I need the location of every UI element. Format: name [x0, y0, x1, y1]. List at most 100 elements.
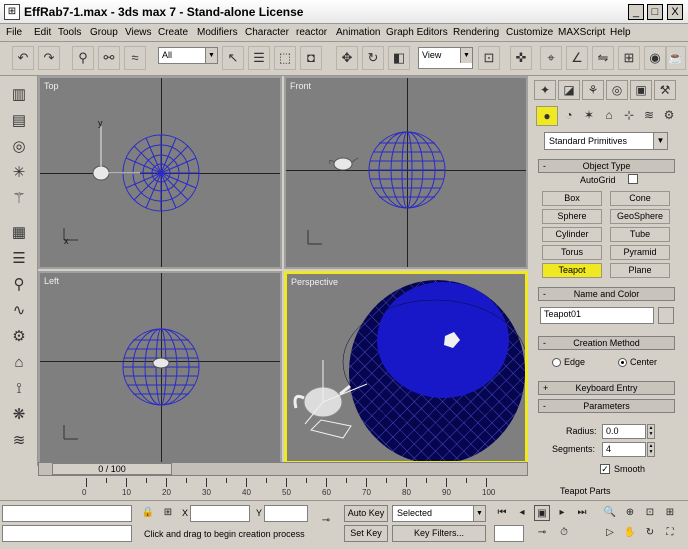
- object-color-swatch[interactable]: [658, 307, 674, 324]
- motion-tab-icon[interactable]: ◎: [606, 80, 628, 100]
- box-button[interactable]: Box: [542, 191, 602, 206]
- rollout-name-and-color[interactable]: - Name and Color: [538, 287, 675, 301]
- menu-animation[interactable]: Animation: [336, 27, 380, 38]
- helpers-category-icon[interactable]: ⊹: [618, 106, 640, 126]
- menu-maxscript[interactable]: MAXScript: [558, 27, 605, 38]
- maximize-button[interactable]: □: [647, 4, 663, 20]
- menu-create[interactable]: Create: [158, 27, 188, 38]
- geosphere-button[interactable]: GeoSphere: [610, 209, 670, 224]
- create-spline-icon[interactable]: ∿: [7, 300, 31, 322]
- play-icon[interactable]: ▣: [534, 505, 550, 521]
- rollout-object-type[interactable]: - Object Type: [538, 159, 675, 173]
- geometry-category-icon[interactable]: ●: [536, 106, 558, 126]
- create-cylinder-stack-icon[interactable]: ☰: [7, 248, 31, 270]
- menu-views[interactable]: Views: [125, 27, 152, 38]
- key-selection-dropdown[interactable]: Selected ▼: [392, 505, 486, 522]
- create-bone-icon[interactable]: ⚚: [7, 188, 31, 210]
- menu-file[interactable]: File: [6, 27, 22, 38]
- viewport-left[interactable]: Left: [38, 271, 282, 464]
- absolute-mode-icon[interactable]: ⊞: [160, 505, 176, 521]
- key-filters-button[interactable]: Key Filters...: [392, 525, 486, 542]
- undo-icon[interactable]: ↶: [12, 46, 34, 70]
- edge-radio[interactable]: [552, 358, 561, 367]
- tube-button[interactable]: Tube: [610, 227, 670, 242]
- select-object-icon[interactable]: ↖: [222, 46, 244, 70]
- object-name-field[interactable]: Teapot01: [540, 307, 654, 324]
- hierarchy-tab-icon[interactable]: ⚘: [582, 80, 604, 100]
- create-helper-icon[interactable]: ⚲: [7, 274, 31, 296]
- previous-frame-icon[interactable]: ◂: [514, 505, 530, 521]
- menu-help[interactable]: Help: [610, 27, 631, 38]
- select-and-link-icon[interactable]: ⚲: [72, 46, 94, 70]
- pyramid-button[interactable]: Pyramid: [610, 245, 670, 260]
- rollout-parameters[interactable]: - Parameters: [538, 399, 675, 413]
- minimize-button[interactable]: _: [628, 4, 644, 20]
- cone-button[interactable]: Cone: [610, 191, 670, 206]
- modify-tab-icon[interactable]: ◪: [558, 80, 580, 100]
- menu-modifiers[interactable]: Modifiers: [197, 27, 238, 38]
- create-particle-icon[interactable]: ❋: [7, 404, 31, 426]
- rollout-creation-method[interactable]: - Creation Method: [538, 336, 675, 350]
- close-button[interactable]: X: [667, 4, 683, 20]
- create-wave-icon[interactable]: ≋: [7, 430, 31, 452]
- radius-spinner[interactable]: ▲ ▼: [647, 424, 655, 439]
- arc-rotate-icon[interactable]: ↻: [642, 525, 658, 541]
- auto-key-button[interactable]: Auto Key: [344, 505, 388, 522]
- create-camera-icon[interactable]: ⌂: [7, 352, 31, 374]
- display-tab-icon[interactable]: ▣: [630, 80, 652, 100]
- go-to-end-icon[interactable]: ⏭: [574, 505, 590, 521]
- lights-category-icon[interactable]: ✶: [578, 106, 600, 126]
- center-radio[interactable]: [618, 358, 627, 367]
- create-tape-icon[interactable]: ⟟: [7, 378, 31, 400]
- mirror-icon[interactable]: ⇋: [592, 46, 614, 70]
- material-editor-icon[interactable]: ◉: [644, 46, 666, 70]
- create-tab-icon[interactable]: ✦: [534, 80, 556, 100]
- select-and-rotate-icon[interactable]: ↻: [362, 46, 384, 70]
- lock-icon[interactable]: 🔒: [140, 505, 156, 521]
- selection-filter-dropdown[interactable]: All ▼: [158, 47, 218, 64]
- pan-icon[interactable]: ✋: [622, 525, 638, 541]
- primitive-category-dropdown[interactable]: Standard Primitives ▼: [544, 132, 668, 150]
- render-scene-icon[interactable]: ☕: [666, 46, 686, 70]
- menu-edit[interactable]: Edit: [34, 27, 51, 38]
- menu-tools[interactable]: Tools: [58, 27, 81, 38]
- create-plane-icon[interactable]: ▦: [7, 222, 31, 244]
- viewport-top[interactable]: Top y x: [38, 76, 282, 269]
- bind-space-warp-icon[interactable]: ≈: [124, 46, 146, 70]
- viewport-front[interactable]: Front: [284, 76, 528, 269]
- create-light-icon[interactable]: ✳: [7, 162, 31, 184]
- create-torus-icon[interactable]: ◎: [7, 136, 31, 158]
- rollout-keyboard-entry[interactable]: + Keyboard Entry: [538, 381, 675, 395]
- select-and-move-icon[interactable]: ✥: [336, 46, 358, 70]
- create-cylinder-icon[interactable]: ▤: [7, 110, 31, 132]
- segments-spinner[interactable]: ▲ ▼: [647, 442, 655, 457]
- menu-graph-editors[interactable]: Graph Editors: [386, 27, 448, 38]
- radius-field[interactable]: 0.0: [602, 424, 646, 439]
- key-mode-icon[interactable]: ⊸: [534, 525, 550, 541]
- next-frame-icon[interactable]: ▸: [554, 505, 570, 521]
- smooth-checkbox[interactable]: ✓: [600, 464, 610, 474]
- utilities-tab-icon[interactable]: ⚒: [654, 80, 676, 100]
- track-bar[interactable]: 0 10 20 30 40 50 60 70 80 90 100: [38, 478, 528, 500]
- sphere-button[interactable]: Sphere: [542, 209, 602, 224]
- unlink-icon[interactable]: ⚯: [98, 46, 120, 70]
- go-to-start-icon[interactable]: ⏮: [494, 505, 510, 521]
- zoom-all-icon[interactable]: ⊕: [622, 505, 638, 521]
- set-key-button[interactable]: Set Key: [344, 525, 388, 542]
- menu-character[interactable]: Character: [245, 27, 289, 38]
- select-manipulate-icon[interactable]: ✜: [510, 46, 532, 70]
- cylinder-button[interactable]: Cylinder: [542, 227, 602, 242]
- redo-icon[interactable]: ↷: [38, 46, 60, 70]
- menu-reactor[interactable]: reactor: [296, 27, 327, 38]
- menu-customize[interactable]: Customize: [506, 27, 553, 38]
- cameras-category-icon[interactable]: ⌂: [598, 106, 620, 126]
- torus-button[interactable]: Torus: [542, 245, 602, 260]
- y-coordinate-field[interactable]: [264, 505, 308, 522]
- reference-coordinate-dropdown[interactable]: View ▼: [418, 47, 473, 69]
- menu-rendering[interactable]: Rendering: [453, 27, 499, 38]
- systems-category-icon[interactable]: ⚙: [658, 106, 680, 126]
- zoom-extents-all-icon[interactable]: ⊞: [662, 505, 678, 521]
- segments-field[interactable]: 4: [602, 442, 646, 457]
- zoom-extents-icon[interactable]: ⊡: [642, 505, 658, 521]
- window-crossing-icon[interactable]: ◘: [300, 46, 322, 70]
